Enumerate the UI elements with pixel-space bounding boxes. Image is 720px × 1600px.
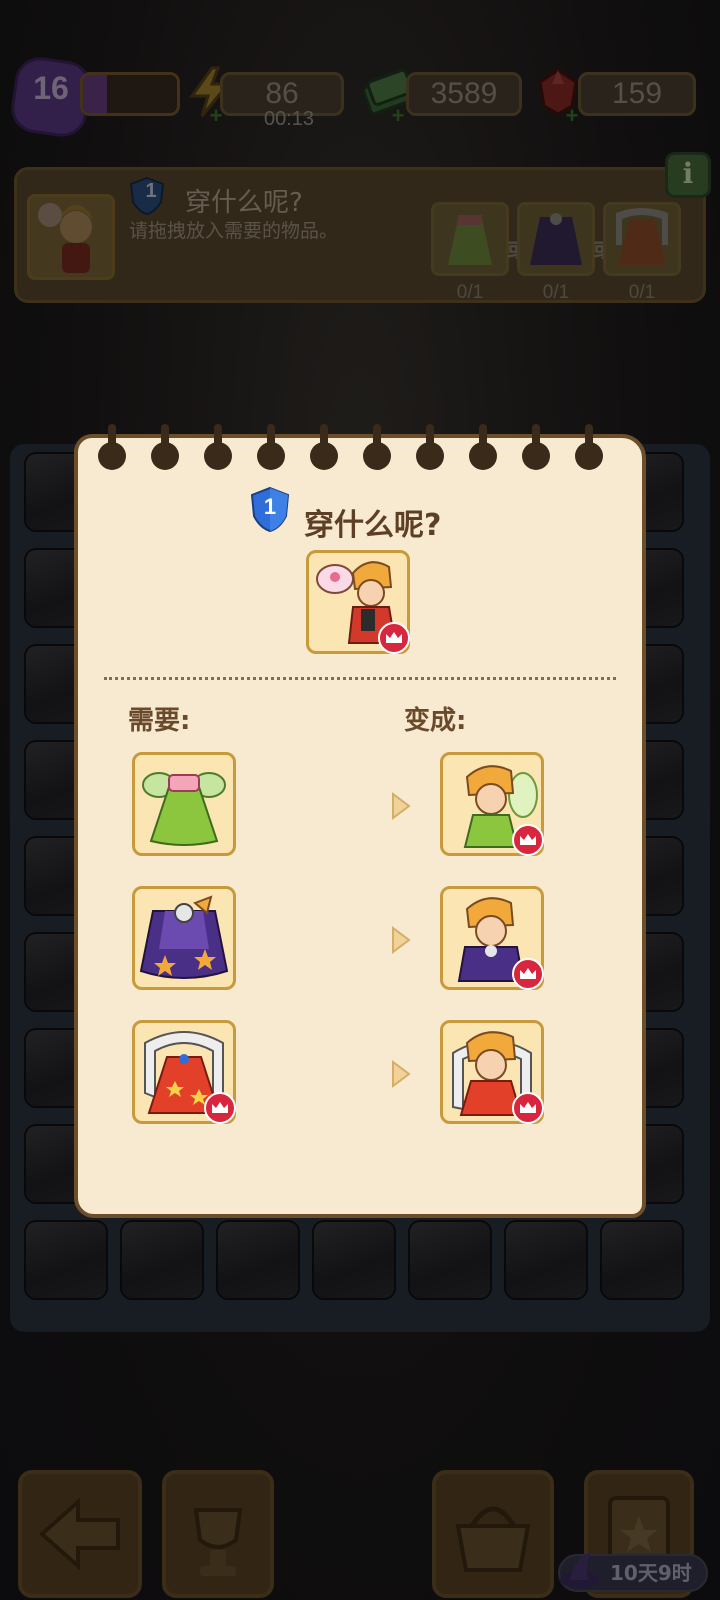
customer-portrait (306, 550, 410, 654)
purple-wizard-robe-icon (139, 895, 229, 979)
arrow-right-icon (392, 1060, 411, 1088)
notebook-ring (469, 424, 497, 470)
modal-badge-number: 1 (263, 494, 277, 519)
notebook-ring (363, 424, 391, 470)
notebook-ring (151, 424, 179, 470)
arrow-right-icon (392, 792, 411, 820)
premium-crown-icon (378, 622, 410, 654)
modal-title: 穿什么呢? (304, 508, 442, 543)
dotted-divider (104, 677, 616, 680)
need-item-purple-robe[interactable] (132, 886, 236, 990)
notebook-ring (257, 424, 285, 470)
become-label: 变成: (404, 706, 467, 736)
premium-crown-icon (512, 958, 544, 990)
notebook-ring (575, 424, 603, 470)
premium-crown-icon (512, 1092, 544, 1124)
premium-crown-icon (512, 824, 544, 856)
result-royal-character (440, 1020, 544, 1124)
premium-crown-icon (204, 1092, 236, 1124)
result-fairy-character (440, 752, 544, 856)
notebook-ring (204, 424, 232, 470)
green-fairy-dress-icon (142, 772, 226, 846)
need-label: 需要: (128, 706, 191, 736)
notebook-ring (310, 424, 338, 470)
notebook-ring (522, 424, 550, 470)
notebook-ring (416, 424, 444, 470)
result-wizard-character (440, 886, 544, 990)
notebook-ring (98, 424, 126, 470)
need-item-red-gown[interactable] (132, 1020, 236, 1124)
need-item-green-dress[interactable] (132, 752, 236, 856)
arrow-right-icon (392, 926, 411, 954)
